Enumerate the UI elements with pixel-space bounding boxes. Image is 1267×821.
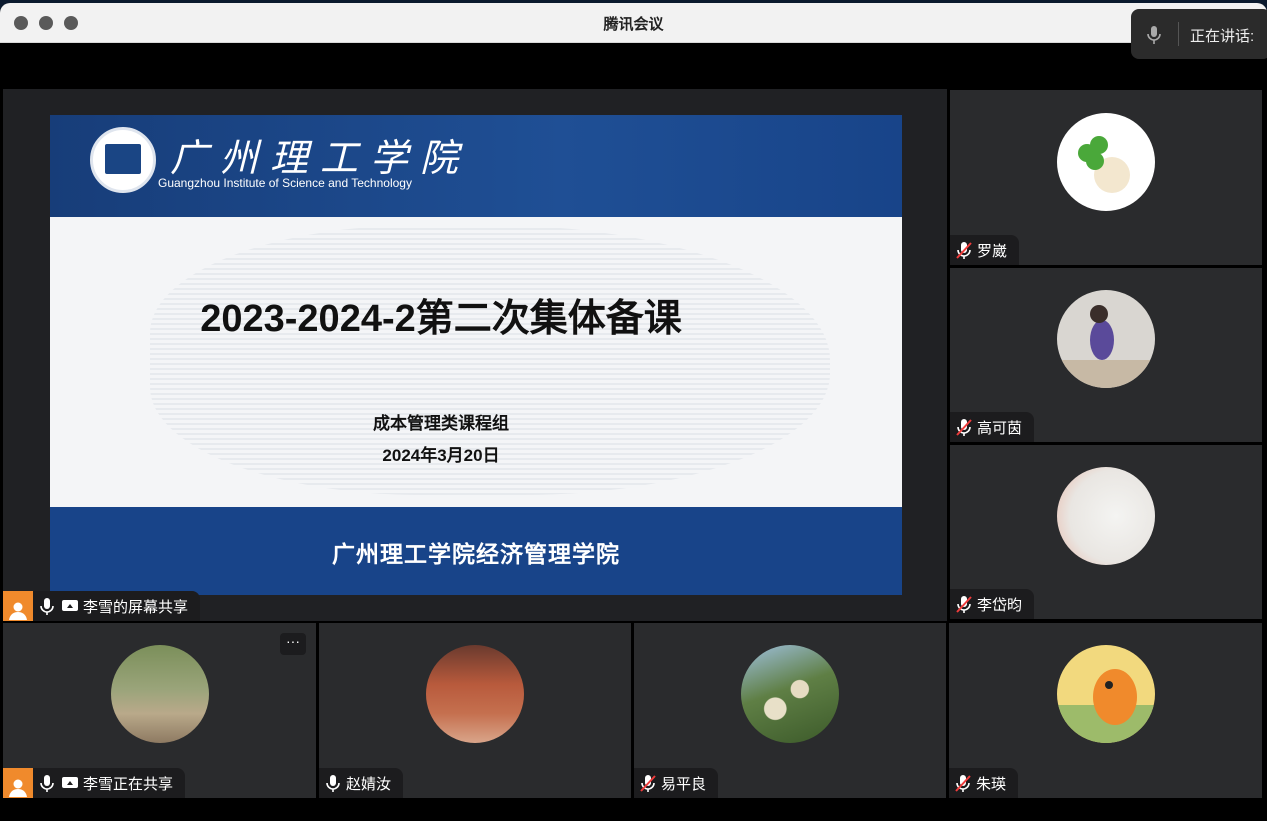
presentation-slide: 广州理工学院 Guangzhou Institute of Science an… xyxy=(50,115,902,595)
participant-name-tag: 易平良 xyxy=(634,768,719,798)
slide-header: 广州理工学院 Guangzhou Institute of Science an… xyxy=(50,115,902,217)
mic-muted-icon xyxy=(953,773,973,793)
screen-share-icon xyxy=(60,773,80,793)
slide-footer: 广州理工学院经济管理学院 xyxy=(50,507,902,595)
participant-name: 李岱昀 xyxy=(977,596,1023,614)
mic-icon xyxy=(37,596,57,616)
participant-name: 赵婧汝 xyxy=(346,775,392,793)
mic-icon xyxy=(1145,25,1163,50)
school-name-cn: 广州理工学院 xyxy=(170,136,471,180)
school-name-en: Guangzhou Institute of Science and Techn… xyxy=(158,176,412,190)
meeting-window: 腾讯会议 广州理工学院 Guangzhou Institute of Scien… xyxy=(0,3,1267,821)
shared-screen-view[interactable]: 广州理工学院 Guangzhou Institute of Science an… xyxy=(3,89,947,621)
slide-date: 2024年3月20日 xyxy=(382,446,500,465)
participant-name-tag: 朱瑛 xyxy=(949,768,1019,798)
school-seal-logo xyxy=(90,127,156,193)
participant-name-tag: 赵婧汝 xyxy=(319,768,404,798)
divider xyxy=(1178,22,1179,46)
participant-tile[interactable]: 李岱昀 xyxy=(950,445,1262,619)
participant-tile[interactable]: 罗崴 xyxy=(950,90,1262,265)
participant-tile[interactable]: 赵婧汝 xyxy=(319,623,631,798)
mic-muted-icon xyxy=(954,417,974,437)
slide-title: 2023-2024-2第二次集体备课 xyxy=(200,298,682,340)
clover-bear-avatar xyxy=(1057,113,1155,211)
screen-share-label: 李雪的屏幕共享 xyxy=(3,591,201,621)
participant-tile[interactable]: 高可茵 xyxy=(950,268,1262,442)
apples-tree-avatar xyxy=(741,645,839,743)
pale-blur-avatar xyxy=(1057,467,1155,565)
more-options-button[interactable]: ··· xyxy=(280,633,306,655)
speaking-label: 正在讲话: xyxy=(1190,28,1255,45)
user-icon xyxy=(3,591,33,621)
park-boardwalk-avatar xyxy=(111,645,209,743)
mic-muted-icon xyxy=(638,773,658,793)
screen-share-icon xyxy=(60,596,80,616)
mic-icon xyxy=(37,773,57,793)
participant-name: 李雪正在共享 xyxy=(83,775,174,793)
mic-muted-icon xyxy=(954,594,974,614)
slide-subtitle: 成本管理类课程组 xyxy=(373,414,509,433)
speaking-indicator[interactable]: 正在讲话: xyxy=(1131,9,1267,59)
participant-name-tag: 高可茵 xyxy=(950,412,1035,442)
mic-muted-icon xyxy=(954,240,974,260)
mic-icon xyxy=(323,773,343,793)
participant-tile[interactable]: 朱瑛 xyxy=(949,623,1262,798)
window-title: 腾讯会议 xyxy=(603,16,664,33)
participant-tile[interactable]: 易平良 xyxy=(634,623,946,798)
screen-share-label-text: 李雪的屏幕共享 xyxy=(83,598,189,616)
participant-tile[interactable]: ··· 李雪正在共享 xyxy=(3,623,316,798)
participant-name-tag: 罗崴 xyxy=(950,235,1020,265)
participant-name: 高可茵 xyxy=(977,419,1023,437)
title-bar: 腾讯会议 xyxy=(0,3,1267,43)
participant-name: 罗崴 xyxy=(977,242,1008,260)
slide-footer-text: 广州理工学院经济管理学院 xyxy=(332,541,620,567)
participant-name: 易平良 xyxy=(661,775,707,793)
participant-name-tag: 李雪正在共享 xyxy=(3,768,186,798)
child-photo-avatar xyxy=(1057,290,1155,388)
brick-wall-avatar xyxy=(426,645,524,743)
participant-name-tag: 李岱昀 xyxy=(950,589,1035,619)
cartoon-dragon-avatar xyxy=(1057,645,1155,743)
user-icon xyxy=(3,768,33,798)
participant-name: 朱瑛 xyxy=(976,775,1007,793)
